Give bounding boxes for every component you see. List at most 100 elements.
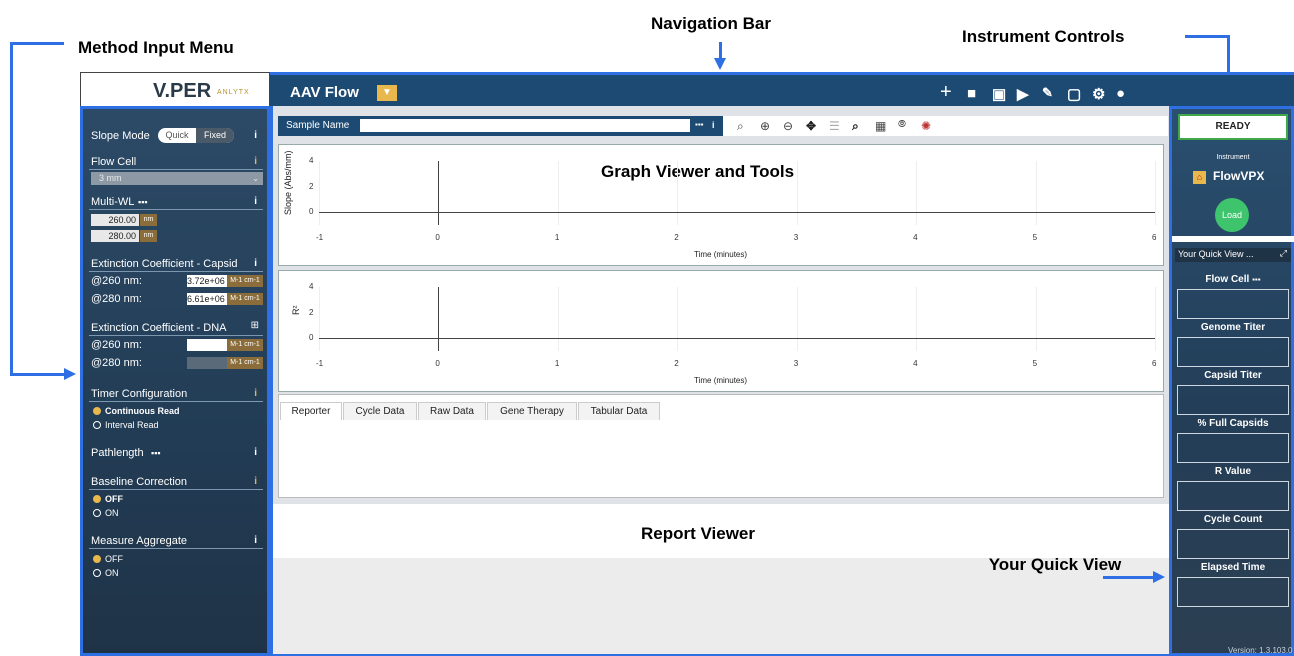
table-icon[interactable]: ⊞ bbox=[251, 320, 259, 331]
ext-capsid-260-input[interactable]: 3.72e+06 bbox=[187, 275, 227, 287]
qv-capsid-titer-label: Capsid Titer bbox=[1204, 370, 1262, 381]
arrow-line bbox=[1103, 576, 1155, 579]
tab-reporter[interactable]: Reporter bbox=[280, 402, 342, 420]
ext-capsid-280-input[interactable]: 6.61e+06 bbox=[187, 293, 227, 305]
info-icon[interactable]: i bbox=[254, 388, 257, 399]
sample-name-input[interactable] bbox=[360, 119, 690, 132]
x-tick-label: -1 bbox=[316, 359, 324, 368]
window-icon[interactable]: ▢ bbox=[1067, 85, 1081, 103]
more-icon[interactable]: ▪▪▪ bbox=[138, 197, 148, 207]
settings-alert-icon[interactable]: ✺ bbox=[921, 119, 931, 133]
method-title: AAV Flow bbox=[290, 84, 359, 101]
bracket-line bbox=[10, 373, 68, 376]
r2-chart[interactable]: R² Time (minutes) -1 0 1 2 3 4 5 6 4 2 0 bbox=[278, 270, 1164, 392]
load-button[interactable]: Load bbox=[1215, 198, 1249, 232]
flow-cell-select[interactable]: 3 mm ⌄ bbox=[91, 172, 263, 185]
info-icon[interactable]: i bbox=[254, 130, 257, 141]
plus-icon[interactable]: + bbox=[940, 81, 952, 104]
expand-icon[interactable]: ⤢ bbox=[1280, 248, 1287, 259]
home-icon[interactable]: ⌂ bbox=[1193, 171, 1206, 184]
export-icon[interactable]: ▶ bbox=[1017, 85, 1029, 103]
flow-cell-label: Flow Cell bbox=[91, 156, 137, 168]
more-icon[interactable]: ▪▪▪ bbox=[151, 448, 161, 458]
qv-elapsed-time-value bbox=[1177, 577, 1289, 607]
callout-instrument-controls: Instrument Controls bbox=[962, 27, 1125, 46]
chevron-down-icon: ⌄ bbox=[252, 174, 259, 183]
info-icon[interactable]: i bbox=[254, 447, 257, 458]
gear-icon[interactable]: ⚙ bbox=[1092, 85, 1105, 103]
info-icon[interactable]: i bbox=[254, 156, 257, 167]
ext-capsid-label: Extinction Coefficient - Capsid bbox=[91, 258, 238, 270]
zoom-out-icon[interactable]: ⊖ bbox=[783, 119, 793, 133]
x-tick-label: 0 bbox=[435, 233, 440, 242]
report-viewer: Report Viewer Your Quick View bbox=[273, 504, 1169, 654]
grid-icon[interactable]: ▦ bbox=[875, 119, 886, 133]
ext-capsid-280-label: @280 nm: bbox=[91, 293, 142, 305]
x-tick-label: 1 bbox=[554, 233, 560, 242]
quick-view-header: Your Quick View ... ⤢ bbox=[1175, 248, 1291, 262]
right-panel bbox=[1172, 106, 1294, 656]
slope-mode-quick[interactable]: Quick bbox=[158, 128, 196, 143]
logo-subtitle: ANLYTX bbox=[217, 89, 250, 96]
pathlength-label: Pathlength bbox=[91, 447, 144, 459]
tab-tabular-data[interactable]: Tabular Data bbox=[578, 402, 660, 420]
divider bbox=[89, 271, 263, 272]
ext-dna-260-input[interactable] bbox=[187, 339, 227, 351]
tab-raw-data[interactable]: Raw Data bbox=[418, 402, 486, 420]
gridline-x bbox=[677, 287, 679, 351]
wavelength-input[interactable]: 260.00 bbox=[91, 214, 139, 226]
list-icon[interactable]: ☰ bbox=[829, 119, 840, 133]
wavelength-input[interactable]: 280.00 bbox=[91, 230, 139, 242]
radio-continuous-read[interactable]: Continuous Read bbox=[93, 406, 180, 416]
signature-icon[interactable]: ✎ bbox=[1042, 85, 1053, 101]
y-tick-label: 2 bbox=[309, 307, 314, 317]
y-axis-label: R² bbox=[291, 305, 301, 316]
radio-aggregate-on[interactable]: ON bbox=[93, 568, 119, 578]
info-icon[interactable]: i bbox=[254, 476, 257, 487]
ext-dna-280-input[interactable] bbox=[187, 357, 227, 369]
slope-mode-toggle[interactable]: Quick Fixed bbox=[158, 128, 234, 143]
radio-interval-read[interactable]: Interval Read bbox=[93, 420, 159, 430]
qv-capsid-titer-value bbox=[1177, 385, 1289, 415]
method-dropdown-chevron-icon[interactable]: ▼ bbox=[377, 85, 397, 101]
info-icon[interactable]: i bbox=[712, 120, 715, 130]
gridline-x bbox=[677, 161, 679, 225]
zoom-in-icon[interactable]: ⊕ bbox=[760, 119, 770, 133]
info-icon[interactable]: i bbox=[254, 258, 257, 269]
slope-chart[interactable]: Graph Viewer and Tools Slope (Abs/mm) Ti… bbox=[278, 144, 1164, 266]
bracket-line bbox=[10, 42, 13, 375]
radio-label: Continuous Read bbox=[105, 406, 180, 416]
unit-label: M-1 cm-1 bbox=[227, 293, 263, 305]
qv-genome-titer-value bbox=[1177, 337, 1289, 367]
info-icon[interactable]: i bbox=[254, 535, 257, 546]
zoom-select-icon[interactable]: ⌕ bbox=[737, 119, 744, 134]
ext-capsid-260-label: @260 nm: bbox=[91, 275, 142, 287]
gridline-x bbox=[1035, 161, 1037, 225]
y-zero-axis bbox=[438, 287, 440, 351]
qv-r-value-value bbox=[1177, 481, 1289, 511]
more-icon[interactable]: ▪▪▪ bbox=[1252, 275, 1261, 284]
pan-icon[interactable]: ✥ bbox=[806, 119, 816, 133]
slope-mode-label: Slope Mode bbox=[91, 130, 150, 142]
radio-aggregate-off[interactable]: OFF bbox=[93, 554, 123, 564]
user-icon[interactable]: ● bbox=[1116, 85, 1125, 102]
io-icon[interactable]: ⦾ bbox=[898, 119, 906, 130]
arrow-line bbox=[1185, 35, 1230, 38]
sample-name-label: Sample Name bbox=[286, 120, 350, 131]
callout-graph-viewer: Graph Viewer and Tools bbox=[601, 162, 795, 181]
tab-cycle-data[interactable]: Cycle Data bbox=[343, 402, 417, 420]
divider bbox=[89, 401, 263, 402]
folder-icon[interactable]: ■ bbox=[967, 85, 976, 102]
zoom-reset-icon[interactable]: ⌕ bbox=[852, 119, 859, 134]
radio-baseline-on[interactable]: ON bbox=[93, 508, 119, 518]
save-icon[interactable]: ▣ bbox=[992, 85, 1006, 103]
info-icon[interactable]: i bbox=[254, 196, 257, 207]
radio-baseline-off[interactable]: OFF bbox=[93, 494, 123, 504]
baseline-label: Baseline Correction bbox=[91, 476, 187, 488]
radio-label: Interval Read bbox=[105, 420, 159, 430]
tab-gene-therapy[interactable]: Gene Therapy bbox=[487, 402, 577, 420]
divider bbox=[89, 209, 263, 210]
slope-mode-fixed[interactable]: Fixed bbox=[196, 128, 234, 143]
more-icon[interactable]: ▪▪▪ bbox=[695, 120, 704, 129]
panel-divider bbox=[1172, 236, 1294, 242]
